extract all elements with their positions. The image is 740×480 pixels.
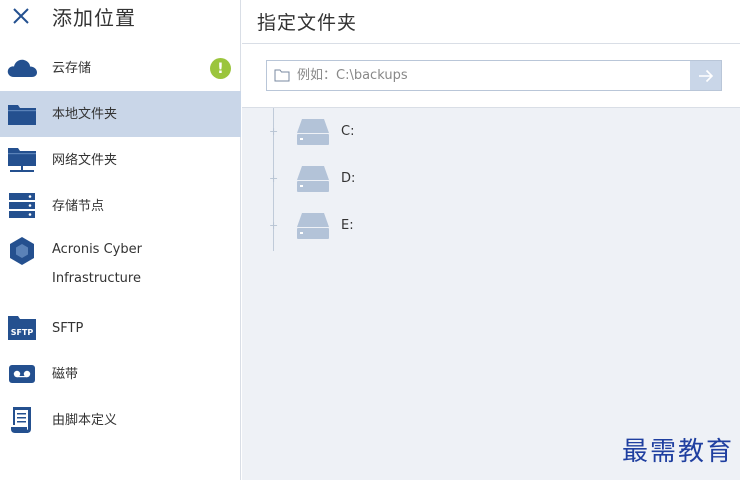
tape-icon — [6, 358, 38, 390]
hard-drive-icon — [297, 212, 329, 239]
path-input[interactable] — [297, 61, 690, 90]
svg-text:SFTP: SFTP — [11, 328, 34, 337]
sidebar-item-label-line1: Acronis Cyber — [52, 242, 142, 257]
folder-icon — [6, 98, 38, 130]
sidebar-item-label: 云存储 — [52, 60, 92, 76]
sidebar-item-acronis-cyber-infrastructure[interactable]: Acronis Cyber Infrastructure — [0, 229, 241, 305]
script-icon — [6, 404, 38, 436]
hexagon-icon — [6, 235, 38, 267]
path-box — [266, 60, 722, 91]
sftp-icon: SFTP — [6, 312, 38, 344]
sidebar-title: 添加位置 — [52, 5, 136, 30]
warning-badge: ! — [210, 58, 231, 79]
sidebar-item-label: 网络文件夹 — [52, 152, 118, 168]
sidebar-item-label: Acronis Cyber Infrastructure — [52, 235, 142, 293]
main-panel: 指定文件夹 + C: + D: + E: 最需教育 — [242, 0, 740, 480]
sidebar-item-network-folder[interactable]: 网络文件夹 — [0, 137, 241, 183]
hard-drive-icon — [297, 165, 329, 192]
watermark-text: 最需教育 — [621, 437, 734, 467]
sidebar: 添加位置 云存储 ! 本地文件夹 网络文件夹 存储节点 Acronis Cybe… — [0, 0, 241, 480]
drive-label: D: — [341, 171, 356, 186]
arrow-right-icon — [698, 69, 713, 82]
sidebar-item-sftp[interactable]: SFTP SFTP — [0, 305, 241, 351]
server-icon — [6, 190, 38, 222]
folder-outline-icon — [267, 61, 297, 90]
drive-item-e[interactable]: + E: — [242, 202, 542, 249]
cloud-icon — [6, 52, 38, 84]
location-list: 云存储 ! 本地文件夹 网络文件夹 存储节点 Acronis Cyber Inf… — [0, 45, 241, 443]
page-title: 指定文件夹 — [257, 12, 358, 34]
sidebar-item-label: 由脚本定义 — [52, 412, 118, 428]
sidebar-item-local-folder[interactable]: 本地文件夹 — [0, 91, 241, 137]
sidebar-item-label: 本地文件夹 — [52, 106, 118, 122]
drive-item-d[interactable]: + D: — [242, 155, 542, 202]
path-area — [242, 44, 740, 108]
expand-icon[interactable]: + — [269, 172, 278, 185]
sidebar-item-label: SFTP — [52, 320, 84, 336]
close-button[interactable] — [0, 0, 42, 32]
expand-icon[interactable]: + — [269, 219, 278, 232]
sidebar-item-label: 存储节点 — [52, 198, 105, 214]
drive-label: C: — [341, 124, 355, 139]
expand-icon[interactable]: + — [269, 125, 278, 138]
drive-item-c[interactable]: + C: — [242, 108, 542, 155]
sidebar-item-script-defined[interactable]: 由脚本定义 — [0, 397, 241, 443]
hard-drive-icon — [297, 118, 329, 145]
close-icon — [13, 8, 29, 24]
sidebar-item-cloud-storage[interactable]: 云存储 ! — [0, 45, 241, 91]
sidebar-item-label: 磁带 — [52, 366, 79, 382]
main-header: 指定文件夹 — [242, 0, 740, 44]
sidebar-header: 添加位置 — [0, 0, 240, 32]
sidebar-item-storage-node[interactable]: 存储节点 — [0, 183, 241, 229]
network-folder-icon — [6, 144, 38, 176]
go-button[interactable] — [690, 61, 721, 90]
drive-label: E: — [341, 218, 354, 233]
sidebar-item-tape[interactable]: 磁带 — [0, 351, 241, 397]
sidebar-item-label-line2: Infrastructure — [52, 271, 141, 286]
